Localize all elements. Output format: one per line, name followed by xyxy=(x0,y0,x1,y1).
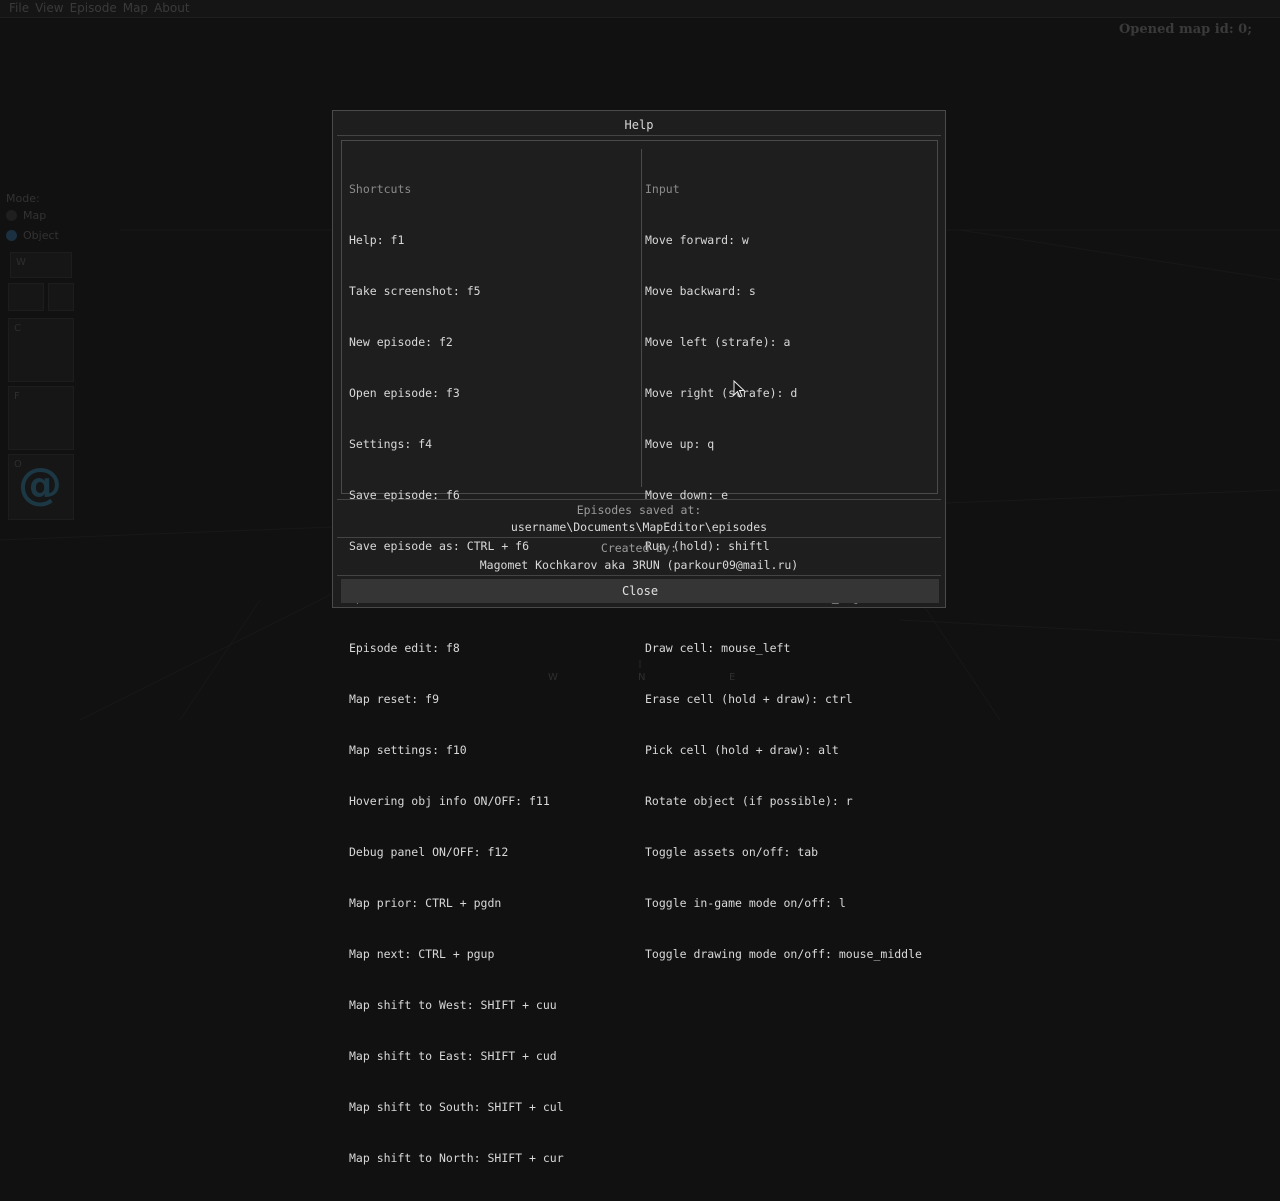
shortcut-item: Settings: f4 xyxy=(349,437,433,451)
shortcut-item: Save episode: f6 xyxy=(349,488,460,502)
menu-about[interactable]: About xyxy=(151,0,192,16)
shortcut-item: Map shift to North: SHIFT + cur xyxy=(349,1151,564,1165)
shortcuts-column: Shortcuts Help: f1 Take screenshot: f5 N… xyxy=(349,147,564,1201)
shortcut-item: Map shift to South: SHIFT + cul xyxy=(349,1100,564,1114)
shortcut-item: Episode edit: f8 xyxy=(349,641,460,655)
shortcut-item: New episode: f2 xyxy=(349,335,453,349)
asset-box-label: F xyxy=(14,391,20,402)
asset-box-w[interactable]: W xyxy=(10,252,72,278)
asset-box-label: W xyxy=(16,257,26,268)
help-columns: Shortcuts Help: f1 Take screenshot: f5 N… xyxy=(341,140,938,1165)
mode-option-label: Map xyxy=(23,208,47,222)
input-item: Toggle in-game mode on/off: l xyxy=(645,896,846,910)
shortcut-item: Take screenshot: f5 xyxy=(349,284,481,298)
radio-icon xyxy=(6,209,17,221)
shortcut-item: Debug panel ON/OFF: f12 xyxy=(349,845,509,859)
menu-file[interactable]: File xyxy=(0,0,32,16)
input-item: Move backward: s xyxy=(645,284,756,298)
divider xyxy=(337,537,941,538)
input-item: Draw cell: mouse_left xyxy=(645,641,791,655)
input-heading: Input xyxy=(645,182,680,196)
shortcut-item: Map reset: f9 xyxy=(349,692,440,706)
shortcut-item: Map shift to West: SHIFT + cuu xyxy=(349,998,557,1012)
menu-map[interactable]: Map xyxy=(120,0,151,16)
menu-episode[interactable]: Episode xyxy=(67,0,120,16)
column-divider xyxy=(641,149,642,487)
shortcut-item: Map next: CTRL + pgup xyxy=(349,947,495,961)
mouse-pointer-icon xyxy=(733,380,745,398)
asset-button-left[interactable] xyxy=(8,283,44,311)
radio-selected-icon xyxy=(6,229,17,241)
shortcut-item: Map prior: CTRL + pgdn xyxy=(349,896,502,910)
shortcut-item: Help: f1 xyxy=(349,233,405,247)
input-item: Move up: q xyxy=(645,437,715,451)
saved-at-path: username\Documents\MapEditor\episodes xyxy=(510,520,768,534)
close-button[interactable]: Close xyxy=(341,579,939,603)
shortcut-item: Hovering obj info ON/OFF: f11 xyxy=(349,794,550,808)
input-item: Toggle drawing mode on/off: mouse_middle xyxy=(645,947,922,961)
asset-box-label: C xyxy=(14,323,21,334)
asset-button-right[interactable] xyxy=(48,283,74,311)
divider xyxy=(337,499,941,500)
input-item: Move left (strafe): a xyxy=(645,335,791,349)
saved-at-label: Episodes saved at: xyxy=(576,503,702,517)
input-item: Pick cell (hold + draw): alt xyxy=(645,743,839,757)
dialog-title: Help xyxy=(624,118,654,132)
asset-box-c[interactable]: C xyxy=(8,318,74,382)
mode-option-label: Object xyxy=(23,228,59,242)
divider xyxy=(337,135,941,136)
shortcut-item: Open episode: f3 xyxy=(349,386,460,400)
input-item: Move down: e xyxy=(645,488,729,502)
mode-panel: Mode: Map Object xyxy=(6,192,59,245)
shortcut-item: Map shift to East: SHIFT + cud xyxy=(349,1049,557,1063)
menu-view[interactable]: View xyxy=(32,0,66,16)
menu-bar: File View Episode Map About xyxy=(0,0,1280,18)
input-item: Erase cell (hold + draw): ctrl xyxy=(645,692,853,706)
at-object-icon: @ xyxy=(18,459,62,510)
created-by-value: Magomet Kochkarov aka 3RUN (parkour09@ma… xyxy=(479,558,799,572)
input-item: Rotate object (if possible): r xyxy=(645,794,853,808)
mode-option-object[interactable]: Object xyxy=(6,225,59,245)
help-dialog: Help Shortcuts Help: f1 Take screenshot:… xyxy=(332,110,946,1165)
divider xyxy=(337,575,941,576)
input-item: Move right (strafe): d xyxy=(645,386,798,400)
shortcut-item: Map settings: f10 xyxy=(349,743,467,757)
input-column: Input Move forward: w Move backward: s M… xyxy=(645,147,922,997)
created-by-label: Created by: xyxy=(600,541,678,555)
mode-label: Mode: xyxy=(6,192,40,205)
input-item: Move forward: w xyxy=(645,233,749,247)
shortcuts-heading: Shortcuts xyxy=(349,182,412,196)
opened-map-status: Opened map id: 0; xyxy=(1118,22,1252,37)
input-item: Toggle assets on/off: tab xyxy=(645,845,819,859)
mode-option-map[interactable]: Map xyxy=(6,205,59,225)
asset-box-f[interactable]: F xyxy=(8,386,74,450)
